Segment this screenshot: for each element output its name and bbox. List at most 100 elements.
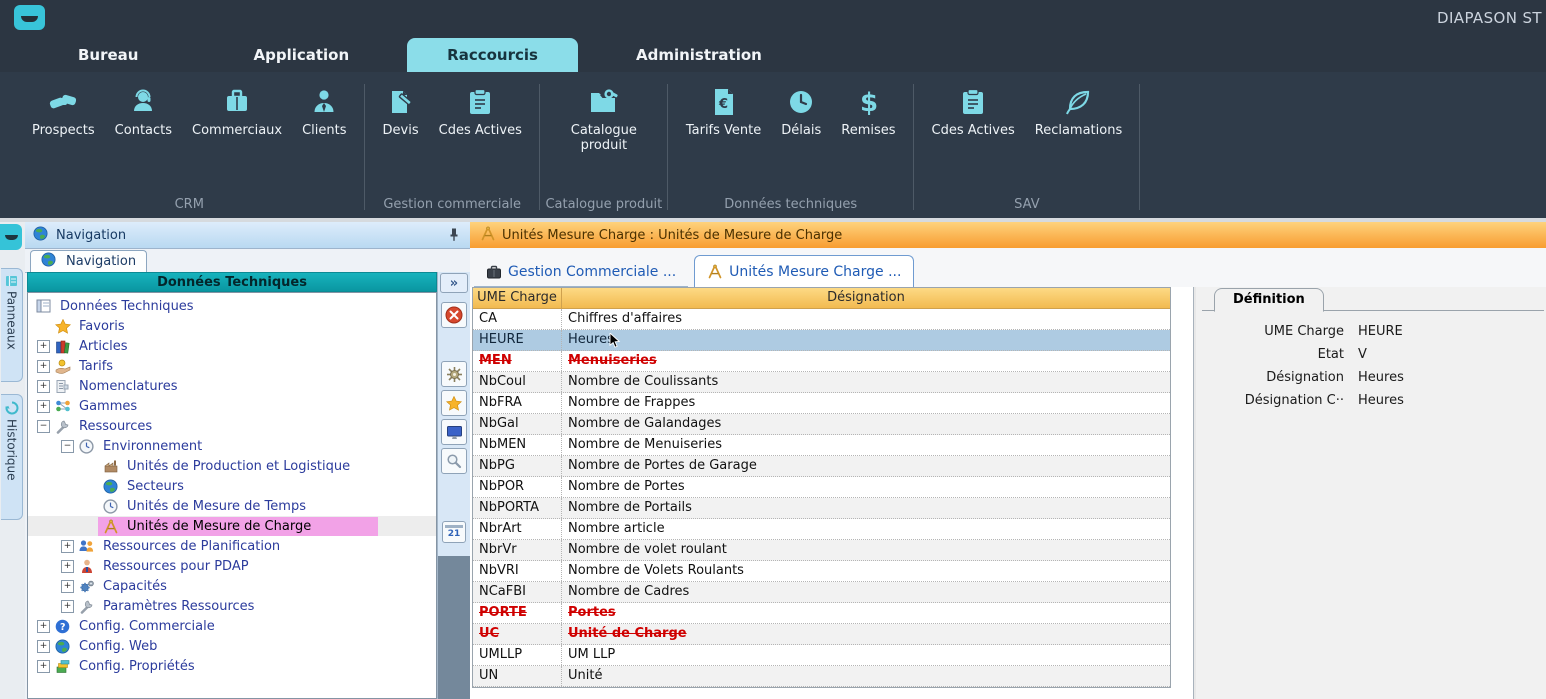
rail-menu-button[interactable] [0,224,22,250]
tree-item-config-propri-t-s[interactable]: +Config. Propriétés [28,656,436,676]
tree-expander[interactable]: + [37,660,50,673]
table-row-porte[interactable]: PORTEPortes [473,603,1170,624]
tree-expander[interactable]: + [37,340,50,353]
table-row-nbpor[interactable]: NbPORNombre de Portes [473,477,1170,498]
table-row-ncafbi[interactable]: NCaFBINombre de Cadres [473,582,1170,603]
compass-icon [103,519,119,534]
tree-item-ressources[interactable]: −Ressources [28,416,436,436]
tree-item-param-tres-ressources[interactable]: + Paramètres Ressources [28,596,436,616]
tree-item-label: Unités de Mesure de Temps [124,498,309,515]
tree-expander[interactable]: + [37,380,50,393]
calendar-button[interactable]: 21 [442,521,466,543]
tree-item-ressources-pour-pdap[interactable]: +Ressources pour PDAP [28,556,436,576]
tree-item-favoris[interactable]: Favoris [28,316,436,336]
table-row-men[interactable]: MENMenuiseries [473,351,1170,372]
table-row-nbcoul[interactable]: NbCoulNombre de Coulissants [473,372,1170,393]
table-row-nbrart[interactable]: NbrArtNombre article [473,519,1170,540]
tree-item-secteurs[interactable]: Secteurs [28,476,436,496]
ribbon-group-sav: Cdes ActivesReclamationsSAV [914,72,1141,218]
tab-navigation[interactable]: Navigation [30,250,147,272]
table-row-nbvri[interactable]: NbVRINombre de Volets Roulants [473,561,1170,582]
ribbon-button-tarifs-vente[interactable]: €Tarifs Vente [676,86,771,138]
tree-item-ressources-de-planification[interactable]: +Ressources de Planification [28,536,436,556]
search-button[interactable] [441,448,467,474]
collapse-panel-button[interactable]: » [440,273,468,293]
table-row-umllp[interactable]: UMLLPUM LLP [473,645,1170,666]
ribbon-button-commerciaux[interactable]: Commerciaux [182,86,292,138]
pin-icon[interactable] [448,227,460,246]
ribbon-button-clients[interactable]: Clients [292,86,356,138]
ribbon-button-reclamations[interactable]: Reclamations [1025,86,1132,138]
rail-tab-panneaux[interactable]: Panneaux [1,268,23,382]
tree-expander[interactable]: + [37,620,50,633]
ribbon-button-prospects[interactable]: Prospects [22,86,105,138]
tree-item-articles[interactable]: +Articles [28,336,436,356]
ribbon-button-devis[interactable]: Devis [373,86,429,138]
ribbon-button-d-lais[interactable]: Délais [771,86,831,138]
table-row-un[interactable]: UNUnité [473,666,1170,687]
compass-icon [470,226,502,241]
calendar-21-icon: 21 [445,525,464,539]
tree-item-unit-s-de-mesure-de-temps[interactable]: Unités de Mesure de Temps [28,496,436,516]
ribbon-button-catalogue-produit[interactable]: Catalogue produit [548,86,660,153]
table-row-nbmen[interactable]: NbMENNombre de Menuiseries [473,435,1170,456]
ribbon-button-label: Catalogue produit [558,123,650,153]
ribbon-tab-application[interactable]: Application [223,38,379,72]
tree-item-tarifs[interactable]: +Tarifs [28,356,436,376]
favorites-button[interactable] [441,390,467,416]
tree-item-gammes[interactable]: +Gammes [28,396,436,416]
ribbon-button-cdes-actives[interactable]: Cdes Actives [429,86,532,138]
compass-icon [470,226,502,245]
tree-item-unit-s-de-mesure-de-charge[interactable]: Unités de Mesure de Charge [28,516,436,536]
grid-header-designation[interactable]: Désignation [562,288,1170,308]
tree-item-label: Paramètres Ressources [100,598,257,615]
ribbon-tab-raccourcis[interactable]: Raccourcis [407,38,578,72]
folder-wrench-icon [588,88,620,116]
cell-designation: Nombre de Volets Roulants [562,561,1170,581]
grid-header-ume-charge[interactable]: UME Charge [473,288,562,308]
tree-expander[interactable]: + [37,360,50,373]
document-tab-2[interactable]: Unités Mesure Charge ... [694,255,914,287]
ribbon-button-contacts[interactable]: Contacts [105,86,182,138]
cell-code: UC [473,624,562,644]
tree-expander[interactable]: + [61,580,74,593]
ribbon-tab-bureau[interactable]: Bureau [48,38,168,72]
ribbon-button-cdes-actives[interactable]: Cdes Actives [922,86,1025,138]
tree-item-config-commerciale[interactable]: +?Config. Commerciale [28,616,436,636]
table-row-nbfra[interactable]: NbFRANombre de Frappes [473,393,1170,414]
table-row-nbporta[interactable]: NbPORTANombre de Portails [473,498,1170,519]
tree-item-config-web[interactable]: + Config. Web [28,636,436,656]
tree-expander[interactable]: − [61,440,74,453]
settings-button[interactable] [441,361,467,387]
cell-designation: Heures [562,330,1170,350]
tree-item-unit-s-de-production-et-logistique[interactable]: Unités de Production et Logistique [28,456,436,476]
rail-tab-historique[interactable]: Historique [1,394,23,520]
tree-expander[interactable]: + [61,600,74,613]
tree-expander[interactable]: + [37,400,50,413]
app-menu-button[interactable] [14,5,45,30]
tree-item-environnement[interactable]: −Environnement [28,436,436,456]
cell-designation: Nombre de Galandages [562,414,1170,434]
tree-item-donn-es-techniques[interactable]: Données Techniques [28,296,436,316]
cell-code: NbFRA [473,393,562,413]
table-row-heure[interactable]: HEUREHeures [473,330,1170,351]
table-row-uc[interactable]: UCUnité de Charge [473,624,1170,645]
screen-button[interactable] [441,419,467,445]
tree-item-capacit-s[interactable]: +Capacités [28,576,436,596]
tree-expander[interactable]: + [37,640,50,653]
table-row-nbrvr[interactable]: NbrVrNombre de volet roulant [473,540,1170,561]
tree-expander[interactable]: − [37,420,50,433]
table-row-nbgal[interactable]: NbGalNombre de Galandages [473,414,1170,435]
ribbon-tab-administration[interactable]: Administration [606,38,792,72]
tree-expander[interactable]: + [61,560,74,573]
tree-item-label: Config. Web [76,638,160,655]
table-row-nbpg[interactable]: NbPGNombre de Portes de Garage [473,456,1170,477]
tab-definition[interactable]: Définition [1214,288,1324,312]
ribbon-button-remises[interactable]: $Remises [831,86,905,138]
tree-expander[interactable]: + [61,540,74,553]
close-button[interactable] [441,302,467,328]
tree-item-nomenclatures[interactable]: +Nomenclatures [28,376,436,396]
table-row-ca[interactable]: CAChiffres d'affaires [473,309,1170,330]
document-tab-1[interactable]: Gestion Commerciale ... [474,258,688,287]
clock-small-icon [79,439,94,454]
